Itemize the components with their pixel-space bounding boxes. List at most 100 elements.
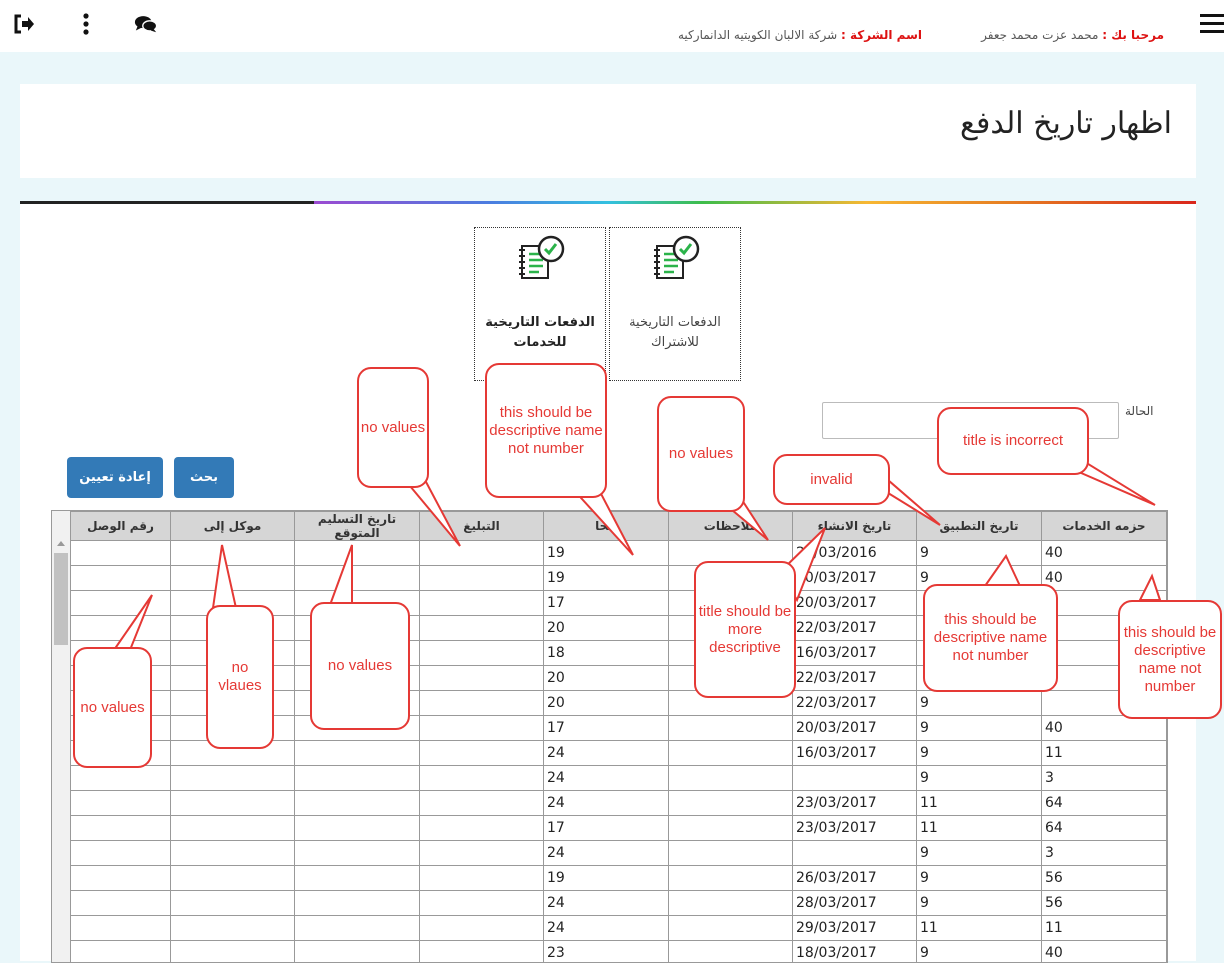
column-header[interactable]: الحا (544, 512, 669, 541)
table-cell (669, 766, 793, 791)
table-cell: 11 (1042, 916, 1167, 941)
table-cell (71, 816, 171, 841)
table-cell (295, 766, 420, 791)
table-cell (171, 791, 295, 816)
table-row[interactable]: 56928/03/201724 (71, 891, 1167, 916)
table-cell: 24 (544, 916, 669, 941)
table-row[interactable]: 3924 (71, 766, 1167, 791)
table-cell (295, 791, 420, 816)
table-cell: 26/03/2017 (793, 866, 917, 891)
table-row[interactable]: 3924 (71, 841, 1167, 866)
table-cell (171, 816, 295, 841)
search-button[interactable]: بحث (174, 457, 234, 498)
table-cell (669, 791, 793, 816)
column-header[interactable]: موكل إلى (171, 512, 295, 541)
table-cell: 11 (1042, 741, 1167, 766)
page-title: اظهار تاريخ الدفع (960, 106, 1172, 141)
company-label: اسم الشركة : (841, 28, 922, 42)
table-cell (420, 816, 544, 841)
annotation-no-values-notes: no values (657, 396, 745, 512)
welcome-label: مرحبا بك : (1102, 28, 1164, 42)
chat-icon[interactable] (134, 12, 158, 36)
table-cell (420, 741, 544, 766)
table-cell (669, 816, 793, 841)
table-cell: 9 (917, 941, 1042, 963)
company-name: شركة الالبان الكويتيه الدانماركيه (678, 28, 837, 42)
table-cell: 20/03/2017 (793, 566, 917, 591)
table-cell (793, 841, 917, 866)
vertical-scrollbar[interactable] (52, 511, 70, 962)
table-cell: 11 (917, 916, 1042, 941)
table-cell (71, 766, 171, 791)
more-vertical-icon[interactable] (74, 12, 98, 36)
table-cell: 64 (1042, 816, 1167, 841)
table-cell (71, 566, 171, 591)
table-cell: 16/03/2017 (793, 641, 917, 666)
table-row[interactable]: 111129/03/201724 (71, 916, 1167, 941)
table-cell: 24 (544, 741, 669, 766)
table-cell: 11 (917, 791, 1042, 816)
welcome-text: مرحبا بك : محمد عزت محمد جعفر (981, 28, 1164, 42)
table-row[interactable]: 641123/03/201717 (71, 816, 1167, 841)
table-row[interactable]: 641123/03/201724 (71, 791, 1167, 816)
table-cell: 17 (544, 591, 669, 616)
column-header[interactable]: ملاحظات (669, 512, 793, 541)
menu-icon[interactable] (1200, 14, 1224, 34)
column-header[interactable]: التبليغ (420, 512, 544, 541)
table-cell (295, 916, 420, 941)
table-cell: 20 (544, 691, 669, 716)
logout-icon[interactable] (12, 12, 36, 36)
table-cell (420, 666, 544, 691)
table-cell (669, 741, 793, 766)
table-cell: 22/03/2017 (793, 616, 917, 641)
tile-label: الدفعات التاريخية للاشتراك (610, 313, 740, 353)
table-cell: 40 (1042, 541, 1167, 566)
table-cell: 40 (1042, 716, 1167, 741)
table-cell: 9 (917, 716, 1042, 741)
table-cell (669, 716, 793, 741)
table-cell: 19 (544, 566, 669, 591)
table-row[interactable]: 40920/03/201619 (71, 541, 1167, 566)
table-cell: 28/03/2017 (793, 891, 917, 916)
annotation-descriptive-apply: this should be descriptive name not numb… (923, 584, 1058, 692)
table-cell: 17 (544, 816, 669, 841)
table-cell (71, 541, 171, 566)
table-row[interactable]: 40918/03/201723 (71, 941, 1167, 963)
column-header[interactable]: رقم الوصل (71, 512, 171, 541)
tile-services-history[interactable]: الدفعات التاريخية للخدمات (474, 227, 606, 381)
scroll-up-icon[interactable] (57, 541, 65, 546)
table-cell (420, 866, 544, 891)
table-cell (669, 916, 793, 941)
table-cell (171, 841, 295, 866)
annotation-no-values-receipt: no values (73, 647, 152, 768)
table-cell: 56 (1042, 866, 1167, 891)
table-cell (295, 816, 420, 841)
table-cell (420, 916, 544, 941)
column-header[interactable]: تاريخ الانشاء (793, 512, 917, 541)
table-cell: 3 (1042, 841, 1167, 866)
table-row[interactable]: 56926/03/201719 (71, 866, 1167, 891)
column-header[interactable]: تاريخ التطبيق (917, 512, 1042, 541)
reset-button[interactable]: إعادة تعيين (67, 457, 163, 498)
scrollbar-thumb[interactable] (54, 553, 68, 645)
table-cell: 24 (544, 766, 669, 791)
column-header[interactable]: تاريخ التسليم المتوقع (295, 512, 420, 541)
table-cell (420, 691, 544, 716)
page-header: اظهار تاريخ الدفع (20, 84, 1196, 178)
table-cell: 40 (1042, 941, 1167, 963)
tile-subscription-history[interactable]: الدفعات التاريخية للاشتراك (609, 227, 741, 381)
table-cell (669, 941, 793, 963)
table-cell (71, 941, 171, 963)
table-cell: 18 (544, 641, 669, 666)
table-cell (171, 891, 295, 916)
table-cell: 11 (917, 816, 1042, 841)
table-cell: 3 (1042, 766, 1167, 791)
column-header[interactable]: حزمه الخدمات (1042, 512, 1167, 541)
table-cell (171, 766, 295, 791)
table-cell: 23 (544, 941, 669, 963)
table-cell: 40 (1042, 566, 1167, 591)
table-cell (793, 766, 917, 791)
table-cell: 24 (544, 891, 669, 916)
annotation-title-more-descriptive: title should be more descriptive (694, 561, 796, 698)
table-cell (295, 891, 420, 916)
